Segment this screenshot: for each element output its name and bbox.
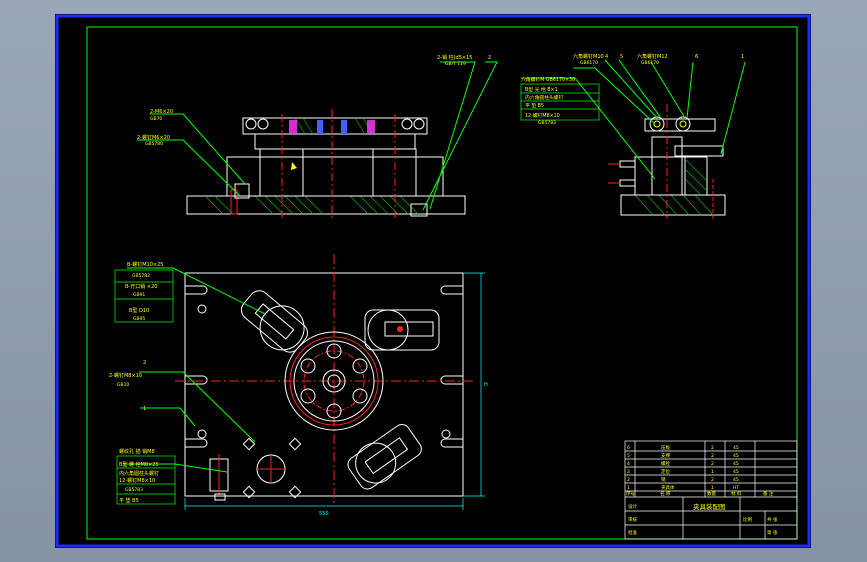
plan-note-6: GB95 [133,316,145,322]
svg-text:2: 2 [711,445,714,451]
svg-text:45: 45 [733,461,739,467]
tb-hdr-remark: 备 注 [763,490,774,497]
plan-bnote-2: B型 螺 栓M8×25 [119,461,159,468]
inner-border [86,26,798,540]
svg-text:支撑: 支撑 [661,452,670,459]
base-plate [186,195,466,215]
right-column [372,148,417,197]
side-callout-6: GB6170 [641,60,659,66]
plan-note-8: 2-螺钉M8×10 [109,372,142,379]
svg-text:5: 5 [627,453,630,459]
plan-note-3: B-开口销 ×20 [125,283,157,290]
tb-row-3: 4 螺栓 2 45 [627,460,739,467]
side-base [620,194,726,216]
tb-row-6: 1 夹具体 1 HT [627,484,739,491]
tb-hdr-qty: 数量 [707,490,716,497]
svg-text:2: 2 [627,477,630,483]
tb-hdr-no: 序号 [626,490,635,497]
tb-label-scale: 比例 [743,516,752,523]
side-callout-2: GB6170 [580,60,598,66]
side-note-3: 内六角圆柱头螺钉 [525,94,564,101]
tb-hdr-mat: 材 料 [731,490,742,497]
svg-text:夹具体: 夹具体 [661,484,675,491]
plan-bnote-4: 12-螺钉M8×10 [119,477,155,484]
tb-row-1: 6 压板 2 45 [627,444,739,451]
plan-bnote-5: GB5783 [125,487,143,493]
plan-note-1: B-螺钉M10×25 [127,261,163,268]
plan-note-9: GB10 [117,382,129,388]
side-note-6: GB5783 [538,120,556,126]
svg-text:2: 2 [711,461,714,467]
side-callout-1: 六角螺钉M10 [573,53,604,60]
svg-text:45: 45 [733,453,739,459]
svg-text:6: 6 [627,445,630,451]
svg-text:45: 45 [733,469,739,475]
plan-note-2: GB5782 [132,273,150,279]
svg-text:螺栓: 螺栓 [661,460,670,467]
left-column [259,148,304,197]
svg-text:1: 1 [711,485,714,491]
tb-label-approve: 批准 [628,529,637,536]
svg-text:1: 1 [711,469,714,475]
svg-text:2: 2 [711,477,714,483]
plan-dim-width: 550 [319,511,329,517]
svg-text:HT: HT [733,485,739,491]
tb-label-sheets: 共 张 [767,516,778,523]
plan-note-5: B型 D10 [129,307,149,314]
plan-bnote-3: 内六角圆柱头螺钉 [119,470,159,477]
front-callout-pin-std: GB/T 119 [445,61,466,67]
svg-text:销: 销 [661,476,666,483]
tb-hdr-name: 名 称 [660,490,671,497]
tb-row-2: 5 支撑 2 45 [627,452,739,459]
outer-border [55,14,811,548]
drawing-canvas[interactable]: 2-销 柱(d5×15 GB/T 119 2 2-M6×20 GB70 2-螺钉… [55,14,811,548]
svg-text:4: 4 [627,461,630,467]
svg-text:3: 3 [627,469,630,475]
side-note-4: 平 垫 B5 [525,102,544,109]
side-note-1: 六角螺钉M GB6170×30 [521,76,575,83]
front-note-3: 2-螺钉M6×20 [137,134,170,141]
svg-text:定位: 定位 [661,468,670,475]
plan-note-7: 2 [143,360,146,366]
svg-text:压板: 压板 [661,444,670,451]
top-clamp-plate [242,117,428,135]
tb-row-4: 3 定位 1 45 [627,468,739,475]
bolt-head-icon [245,118,257,130]
svg-text:45: 45 [733,445,739,451]
tb-label-sheet: 第 张 [767,529,778,536]
tb-label-review: 审核 [628,516,637,523]
plan-note-10: 1 [143,406,146,412]
svg-text:2: 2 [711,453,714,459]
side-callout-8: 1 [741,54,744,60]
front-note-2: GB70 [150,116,162,122]
side-note-5: 12-螺钉M8×10 [525,112,560,119]
front-view [137,61,498,219]
side-callout-4: 5 [620,54,623,60]
side-callout-5: 六角螺钉M12 [637,53,668,60]
tb-row-5: 2 销 2 45 [627,476,739,483]
side-callout-7: 6 [695,54,698,60]
plan-note-4: GB91 [133,292,145,298]
svg-text:45: 45 [733,477,739,483]
side-callout-3: 4 [605,54,608,60]
svg-text:1: 1 [627,485,630,491]
front-callout-num: 2 [488,55,491,61]
plan-view [123,254,485,510]
side-note-2: B型 光 栓 B×1 [525,86,558,93]
title-block-title: 夹具装配图 [693,502,726,511]
front-note-1: 2-M6×20 [150,109,173,115]
front-callout-pin: 2-销 柱(d5×15 [437,54,472,61]
plan-bnote-6: 平 垫 B5 [119,497,139,504]
front-note-4: GB5780 [145,141,163,147]
plan-bnote-1: 螺纹孔 插 销M8 [119,448,155,455]
fixture-body [226,156,444,197]
cad-drawing: 2-销 柱(d5×15 GB/T 119 2 2-M6×20 GB70 2-螺钉… [55,14,811,548]
plan-dim-height: H [484,382,488,388]
tb-label-design: 设计 [628,503,637,510]
